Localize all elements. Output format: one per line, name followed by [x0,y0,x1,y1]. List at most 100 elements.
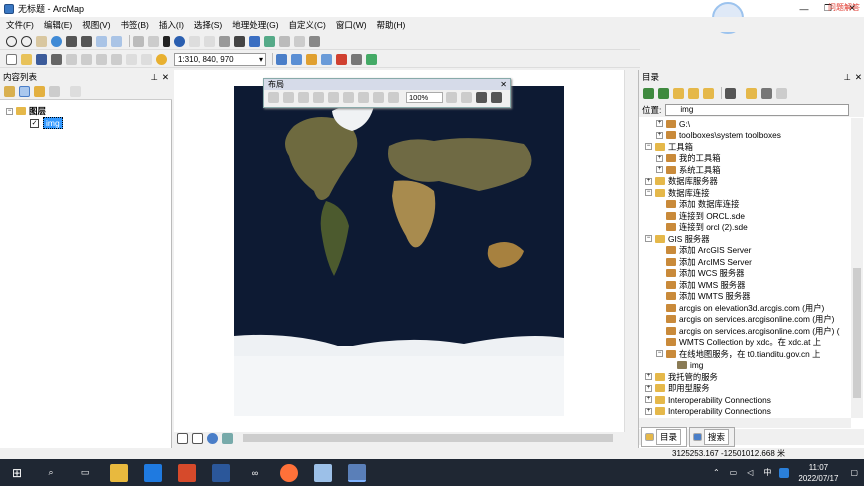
notification-icon[interactable]: ▢ [850,468,858,477]
connect-folder-icon[interactable] [703,87,714,99]
menu-edit[interactable]: 编辑(E) [44,19,72,31]
catalog-tree-item[interactable]: arcgis on services.arcgisonline.com (用户)… [656,325,839,336]
catalog-tree-item[interactable]: + 我的工具箱 [656,153,721,164]
word-icon[interactable] [212,463,230,482]
expand-toggle-icon[interactable]: + [645,407,652,415]
fixed-zoom-out-layout-icon[interactable] [358,92,369,103]
refresh-icon[interactable] [207,432,218,444]
toggle-contents-icon[interactable] [761,87,772,99]
layout-toolbar-close-icon[interactable]: ✕ [500,80,507,89]
show-hidden-icons[interactable]: ⌃ [713,468,720,477]
layout-zoom-dropdown[interactable]: 100% [406,92,443,103]
expand-toggle-icon[interactable]: + [645,396,652,403]
hyperlink-icon[interactable] [189,35,200,47]
menu-windows[interactable]: 窗口(W) [336,19,367,31]
find-route-icon[interactable] [249,35,260,47]
layout-tools-icon[interactable] [309,35,320,47]
menu-selection[interactable]: 选择(S) [194,19,222,31]
catalog-tree-item[interactable]: WMTS Collection by xdc。在 xdc.at 上 [656,337,821,348]
new-folder-icon[interactable] [746,87,757,99]
menu-geoprocessing[interactable]: 地理处理(G) [232,19,278,31]
toggle-draft-mode-icon[interactable] [446,92,457,103]
change-layout-icon[interactable] [476,92,487,103]
zoom-out-icon[interactable] [21,35,32,47]
expand-toggle-icon[interactable]: + [656,131,663,139]
map-view[interactable] [174,70,636,432]
expand-toggle-icon[interactable]: + [656,154,663,162]
menu-help[interactable]: 帮助(H) [377,19,406,31]
data-driven-pages-icon[interactable] [491,92,502,103]
html-popup-icon[interactable] [204,35,215,47]
catalog-views-icon[interactable] [725,87,736,99]
catalog-vertical-scrollbar[interactable] [851,118,863,418]
tray-ime-indicator[interactable]: 中 [763,467,771,478]
catalog-tree-item[interactable]: 添加 ArcGIS Server [656,245,751,256]
map-vertical-scrollbar[interactable] [624,70,636,432]
pause-drawing-icon[interactable] [222,432,233,444]
select-elements-icon[interactable] [163,35,170,47]
menu-customize[interactable]: 自定义(C) [289,19,326,31]
network-icon[interactable]: ▭ [730,468,738,477]
fixed-zoom-in-icon[interactable] [66,35,77,47]
print-icon[interactable] [51,53,62,65]
tab-search[interactable]: 搜索 [689,427,736,447]
redo-icon[interactable] [141,53,152,65]
task-view-icon[interactable]: ▭ [76,464,94,482]
firefox-icon[interactable] [280,463,298,482]
expand-toggle-icon[interactable]: − [656,350,663,357]
menu-bookmarks[interactable]: 书签(B) [121,19,149,31]
layers-group[interactable]: − 图层 [6,105,46,117]
catalog-tree-item[interactable]: 添加 WMTS 服务器 [656,291,750,302]
new-document-icon[interactable] [6,53,17,65]
sogou-tray-icon[interactable] [779,467,790,478]
list-by-source-icon[interactable] [19,86,30,97]
add-data-icon[interactable] [156,53,167,65]
catalog-tree-item[interactable]: − 在线地图服务，在 t0.tianditu.gov.cn 上 [656,348,820,359]
catalog-tree-item[interactable]: 连接到 orcl (2).sde [656,222,748,233]
expand-toggle-icon[interactable]: + [645,177,652,185]
file-explorer-icon[interactable] [110,463,128,482]
layout-zoom-in-icon[interactable] [268,92,279,103]
python-window-icon[interactable] [351,53,362,65]
search-window-icon[interactable] [321,53,332,65]
menu-file[interactable]: 文件(F) [6,19,34,31]
catalog-tree-item[interactable]: − 数据库连接 [645,187,710,198]
meeting-app-icon[interactable] [144,463,162,482]
taskbar-clock[interactable]: 11:07 2022/07/17 [798,462,838,484]
catalog-close-icon[interactable]: ✕ [855,72,862,83]
catalog-scroll-thumb[interactable] [853,268,861,398]
office-app-icon[interactable] [178,463,196,482]
back-extent-icon[interactable] [96,35,107,47]
catalog-tree-item[interactable]: + 我托管的服务 [645,371,718,382]
notepad-icon[interactable] [314,463,332,482]
scroll-thumb[interactable] [243,434,613,442]
arctoolbox-icon[interactable] [336,53,347,65]
catalog-tree-item[interactable]: + Interoperability Connections [645,394,771,405]
menu-insert[interactable]: 插入(I) [159,19,184,31]
location-dropdown[interactable]: img [665,103,850,116]
toc-options-icon[interactable] [70,86,81,97]
catalog-tree-item[interactable]: 连接到 ORCL.sde [656,210,745,221]
catalog-tree-item[interactable]: 添加 数据库连接 [656,199,739,210]
save-icon[interactable] [36,53,47,65]
catalog-options-icon[interactable] [776,87,787,99]
catalog-tree-item[interactable]: − GIS 服务器 [645,233,710,244]
cut-icon[interactable] [66,53,77,65]
layer-visibility-checkbox[interactable]: ✓ [30,118,39,128]
catalog-tree-item[interactable]: + 数据库服务器 [645,176,718,187]
viewer-window-icon[interactable] [294,35,305,47]
find-icon[interactable] [234,35,245,47]
catalog-up-icon[interactable] [673,87,684,99]
layout-toolbar-header[interactable]: 布局 ✕ [264,79,510,90]
table-of-contents-icon[interactable] [291,53,302,65]
identify-icon[interactable] [174,35,185,47]
clear-selection-icon[interactable] [148,35,159,47]
menu-view[interactable]: 视图(V) [82,19,110,31]
pan-icon[interactable] [36,35,47,47]
zoom-whole-page-icon[interactable] [313,92,324,103]
catalog-tree-item[interactable]: − 工具箱 [645,141,693,152]
catalog-tree-item[interactable]: img [667,360,703,371]
expand-toggle-icon[interactable]: − [645,189,652,196]
tab-catalog[interactable]: 目录 [641,427,688,447]
forward-extent-icon[interactable] [111,35,122,47]
